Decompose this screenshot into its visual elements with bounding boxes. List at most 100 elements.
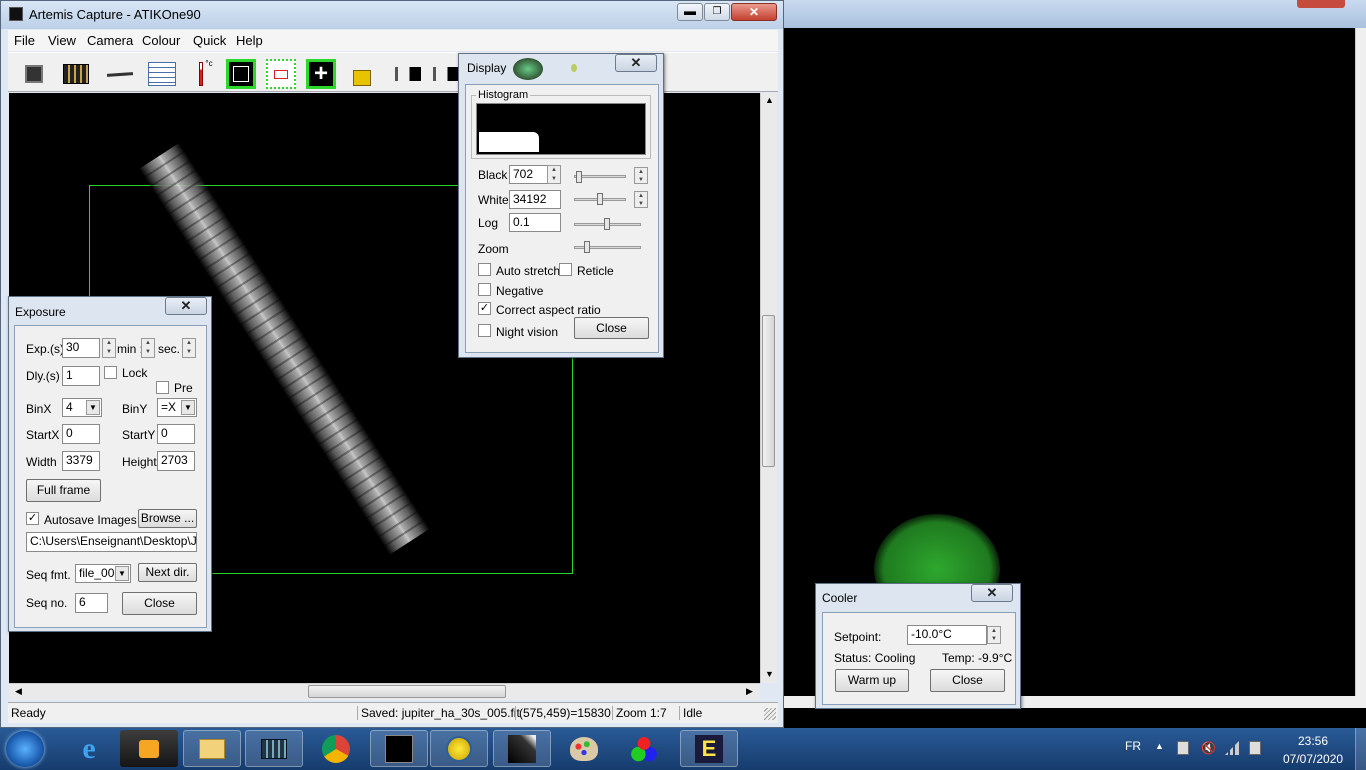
setpoint-input[interactable]: -10.0°C [907,625,987,645]
full-frame-button[interactable]: Full frame [26,479,101,502]
status-ready: Ready [11,706,46,720]
black-input[interactable]: 702 [509,165,548,184]
biny-select[interactable]: =X ▼ [157,398,197,417]
exp-input[interactable]: 30 [62,338,100,358]
browse-button[interactable]: Browse ... [138,509,197,528]
white-slider-spinner[interactable]: ▲ ▼ [634,191,648,208]
film-icon[interactable] [245,730,303,767]
show-desktop-button[interactable] [1355,728,1366,770]
white-input[interactable]: 34192 [509,190,561,209]
media-player-icon[interactable] [120,730,178,767]
crosshair-icon[interactable]: + [306,59,336,89]
negative-checkbox[interactable] [478,283,491,296]
close-window-button[interactable]: ✕ [731,3,777,21]
starfield-icon[interactable] [370,730,428,767]
night-vision-checkbox[interactable] [478,324,491,337]
scroll-right-arrow-icon[interactable]: ▶ [746,686,753,697]
sec-spinner[interactable]: ▲ ▼ [182,338,196,358]
binx-select[interactable]: 4 ▼ [62,398,102,417]
cooler-close-button[interactable]: Close [930,669,1005,692]
black-slider-spinner[interactable]: ▲ ▼ [634,167,648,184]
settings-panel-icon[interactable] [147,59,177,89]
width-input[interactable]: 3379 [62,451,100,471]
rgb-icon[interactable] [615,730,673,767]
device-tray-icon[interactable] [1177,741,1189,755]
maximize-button[interactable]: ❐ [704,3,730,21]
path-input[interactable]: C:\Users\Enseignant\Desktop\Jup [26,532,197,552]
power-flag-icon[interactable] [1249,741,1261,755]
comet-icon[interactable] [493,730,551,767]
menu-quick[interactable]: Quick [193,33,226,48]
camera-dock-2-icon[interactable] [431,59,461,89]
next-dir-button[interactable]: Next dir. [138,563,197,582]
min-spinner[interactable]: ▲ ▼ [141,338,155,358]
display-close-x-button[interactable]: ✕ [615,54,657,72]
clock-time[interactable]: 23:56 [1298,734,1328,748]
lock-icon[interactable] [347,59,377,89]
white-slider-thumb[interactable] [597,193,603,205]
aspect-ratio-checkbox[interactable]: ✓ [478,302,491,315]
speaker-muted-icon[interactable]: 🔇 [1201,741,1216,755]
dly-input[interactable]: 1 [62,366,100,386]
seqfmt-select[interactable]: file_001 ▼ [75,564,131,583]
pre-checkbox[interactable] [156,381,169,394]
black-slider-thumb[interactable] [576,171,582,183]
black-spinner[interactable]: ▲ ▼ [547,165,561,184]
resize-grip-icon[interactable] [764,708,776,720]
minimize-button[interactable]: ▬ [677,3,703,21]
menu-help[interactable]: Help [236,33,263,48]
start-orb-icon[interactable] [6,731,44,767]
secondary-window-close-icon[interactable] [1297,0,1345,8]
zoom-slider-thumb[interactable] [584,241,590,253]
seqfmt-label: Seq fmt. [26,568,71,582]
internet-explorer-icon[interactable]: e [60,730,118,767]
menu-camera[interactable]: Camera [87,33,133,48]
seqno-input[interactable]: 6 [75,593,108,613]
scroll-down-arrow-icon[interactable]: ▼ [765,669,774,679]
scroll-up-arrow-icon[interactable]: ▲ [765,95,774,105]
startx-input[interactable]: 0 [62,424,100,444]
display-close-button[interactable]: Close [574,317,649,339]
constellation-icon[interactable]: E [680,730,738,767]
exposure-close-x-button[interactable]: ✕ [165,297,207,315]
subframe-icon[interactable] [266,59,296,89]
horizontal-scrollbar[interactable]: ◀ ▶ [9,683,760,700]
log-input[interactable]: 0.1 [509,213,561,232]
sun-icon[interactable] [430,730,488,767]
warm-up-button[interactable]: Warm up [835,669,909,692]
status-bar: Ready Saved: jupiter_ha_30s_005.fit (575… [8,702,778,723]
auto-stretch-checkbox[interactable] [478,263,491,276]
secondary-scrollbar[interactable] [1355,28,1366,696]
tray-expand-icon[interactable]: ▲ [1155,741,1164,751]
lock-checkbox[interactable] [104,366,117,379]
log-slider-thumb[interactable] [604,218,610,230]
vertical-scroll-thumb[interactable] [762,315,775,467]
cooler-close-x-button[interactable]: ✕ [971,584,1013,602]
clock-date[interactable]: 07/07/2020 [1283,752,1343,766]
telescope-icon[interactable] [105,59,135,89]
file-explorer-icon[interactable] [183,730,241,767]
scroll-left-arrow-icon[interactable]: ◀ [15,686,22,697]
menu-colour[interactable]: Colour [142,33,180,48]
exp-spinner[interactable]: ▲ ▼ [102,338,116,358]
reticle-checkbox[interactable] [559,263,572,276]
setpoint-spinner[interactable]: ▲ ▼ [987,626,1001,644]
thermometer-icon[interactable]: °c [191,59,221,89]
save-icon[interactable] [19,59,49,89]
vertical-scrollbar[interactable]: ▲ ▼ [760,93,777,683]
exposure-close-button[interactable]: Close [122,592,197,615]
starty-input[interactable]: 0 [157,424,195,444]
height-input[interactable]: 2703 [157,451,195,471]
autosave-checkbox[interactable]: ✓ [26,512,39,525]
focus-target-icon[interactable] [226,59,256,89]
film-reel-icon[interactable] [61,59,91,89]
language-indicator[interactable]: FR [1125,739,1141,753]
menu-file[interactable]: File [14,33,35,48]
seqno-label: Seq no. [26,596,68,610]
horizontal-scroll-thumb[interactable] [308,685,506,698]
menu-view[interactable]: View [48,33,76,48]
paint-icon[interactable] [555,730,613,767]
camera-dock-icon[interactable] [393,59,423,89]
chrome-icon[interactable] [307,730,365,767]
exp-label: Exp.(s) [26,342,65,356]
